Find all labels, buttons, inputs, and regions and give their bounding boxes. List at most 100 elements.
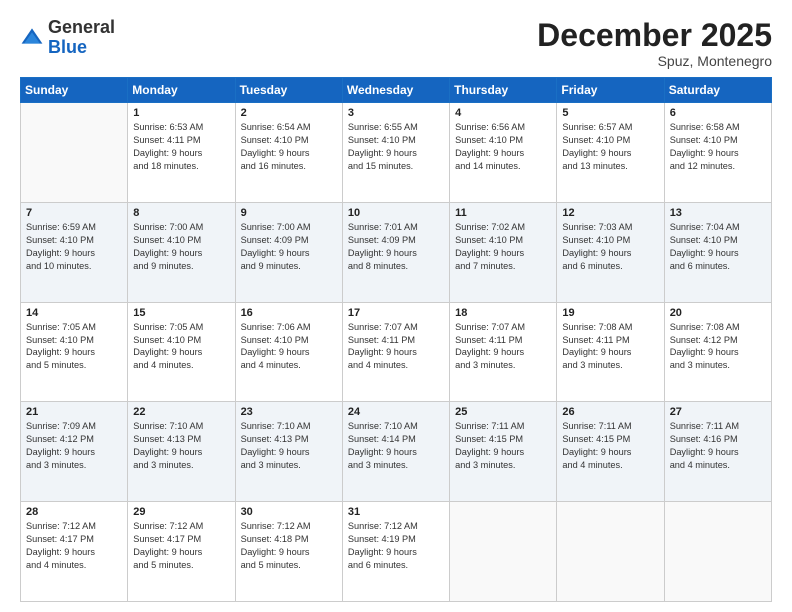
calendar-cell: 2Sunrise: 6:54 AMSunset: 4:10 PMDaylight… (235, 103, 342, 203)
day-number: 22 (133, 406, 229, 418)
logo: General Blue (20, 18, 115, 58)
day-number: 24 (348, 406, 444, 418)
subtitle: Spuz, Montenegro (537, 53, 772, 69)
calendar-cell: 16 Sunrise: 7:06 AMSunset: 4:10 PMDayligh… (235, 302, 342, 402)
day-info: Sunrise: 6:59 AMSunset: 4:10 PMDaylight:… (26, 221, 122, 273)
day-number: 31 (348, 506, 444, 518)
day-info: Sunrise: 7:08 AMSunset: 4:12 PMDaylight:… (670, 321, 766, 373)
day-info: Sunrise: 7:05 AMSunset: 4:10 PMDaylight:… (133, 321, 229, 373)
calendar-cell: 9 Sunrise: 7:00 AMSunset: 4:09 PMDaylight… (235, 202, 342, 302)
day-number: 6 (670, 107, 766, 119)
day-info: Sunrise: 6:58 AMSunset: 4:10 PMDaylight:… (670, 121, 766, 173)
col-header-friday: Friday (557, 78, 664, 103)
day-number: 2 (241, 107, 337, 119)
day-number: 18 (455, 307, 551, 319)
day-info: Sunrise: 6:55 AMSunset: 4:10 PMDaylight:… (348, 121, 444, 173)
page: General Blue December 2025 Spuz, Montene… (0, 0, 792, 612)
day-info: Sunrise: 7:12 AMSunset: 4:17 PMDaylight:… (26, 520, 122, 572)
calendar-cell: 1 Sunrise: 6:53 AMSunset: 4:11 PMDaylight… (128, 103, 235, 203)
day-info: Sunrise: 6:56 AMSunset: 4:10 PMDaylight:… (455, 121, 551, 173)
day-number: 25 (455, 406, 551, 418)
day-info: Sunrise: 7:10 AMSunset: 4:13 PMDaylight:… (241, 420, 337, 472)
day-number: 11 (455, 207, 551, 219)
header: General Blue December 2025 Spuz, Montene… (20, 18, 772, 69)
day-number: 12 (562, 207, 658, 219)
calendar-cell: 4 Sunrise: 6:56 AMSunset: 4:10 PMDaylight… (450, 103, 557, 203)
day-info: Sunrise: 7:09 AMSunset: 4:12 PMDaylight:… (26, 420, 122, 472)
calendar-cell: 7 Sunrise: 6:59 AMSunset: 4:10 PMDaylight… (21, 202, 128, 302)
calendar-cell (664, 502, 771, 602)
calendar-cell: 5Sunrise: 6:57 AMSunset: 4:10 PMDaylight… (557, 103, 664, 203)
day-number: 30 (241, 506, 337, 518)
day-number: 3 (348, 107, 444, 119)
calendar-cell (557, 502, 664, 602)
day-number: 1 (133, 107, 229, 119)
day-number: 20 (670, 307, 766, 319)
day-number: 23 (241, 406, 337, 418)
calendar-cell: 8Sunrise: 7:00 AMSunset: 4:10 PMDaylight… (128, 202, 235, 302)
day-info: Sunrise: 7:06 AMSunset: 4:10 PMDaylight:… (241, 321, 337, 373)
day-info: Sunrise: 7:04 AMSunset: 4:10 PMDaylight:… (670, 221, 766, 273)
day-info: Sunrise: 7:00 AMSunset: 4:09 PMDaylight:… (241, 221, 337, 273)
month-title: December 2025 (537, 18, 772, 53)
calendar-cell: 18Sunrise: 7:07 AMSunset: 4:11 PMDayligh… (450, 302, 557, 402)
calendar-cell: 30Sunrise: 7:12 AMSunset: 4:18 PMDayligh… (235, 502, 342, 602)
day-info: Sunrise: 7:01 AMSunset: 4:09 PMDaylight:… (348, 221, 444, 273)
calendar-table: SundayMondayTuesdayWednesdayThursdayFrid… (20, 77, 772, 602)
day-info: Sunrise: 7:12 AMSunset: 4:17 PMDaylight:… (133, 520, 229, 572)
calendar-cell: 22 Sunrise: 7:10 AMSunset: 4:13 PMDayligh… (128, 402, 235, 502)
day-number: 7 (26, 207, 122, 219)
day-number: 10 (348, 207, 444, 219)
calendar-cell: 24 Sunrise: 7:10 AMSunset: 4:14 PMDayligh… (342, 402, 449, 502)
day-number: 21 (26, 406, 122, 418)
day-number: 27 (670, 406, 766, 418)
calendar-week-row: 21 Sunrise: 7:09 AMSunset: 4:12 PMDayligh… (21, 402, 772, 502)
col-header-thursday: Thursday (450, 78, 557, 103)
calendar-cell: 25Sunrise: 7:11 AMSunset: 4:15 PMDayligh… (450, 402, 557, 502)
calendar-cell: 14 Sunrise: 7:05 AMSunset: 4:10 PMDayligh… (21, 302, 128, 402)
col-header-wednesday: Wednesday (342, 78, 449, 103)
day-info: Sunrise: 7:12 AMSunset: 4:19 PMDaylight:… (348, 520, 444, 572)
day-number: 15 (133, 307, 229, 319)
calendar-cell: 3 Sunrise: 6:55 AMSunset: 4:10 PMDaylight… (342, 103, 449, 203)
day-number: 16 (241, 307, 337, 319)
logo-icon (20, 26, 44, 50)
day-number: 19 (562, 307, 658, 319)
calendar-week-row: 28Sunrise: 7:12 AMSunset: 4:17 PMDayligh… (21, 502, 772, 602)
calendar-cell: 23 Sunrise: 7:10 AMSunset: 4:13 PMDayligh… (235, 402, 342, 502)
day-info: Sunrise: 7:08 AMSunset: 4:11 PMDaylight:… (562, 321, 658, 373)
calendar-cell: 21 Sunrise: 7:09 AMSunset: 4:12 PMDayligh… (21, 402, 128, 502)
day-info: Sunrise: 7:05 AMSunset: 4:10 PMDaylight:… (26, 321, 122, 373)
calendar-week-row: 7 Sunrise: 6:59 AMSunset: 4:10 PMDaylight… (21, 202, 772, 302)
col-header-sunday: Sunday (21, 78, 128, 103)
calendar-cell (21, 103, 128, 203)
day-number: 26 (562, 406, 658, 418)
day-info: Sunrise: 7:10 AMSunset: 4:14 PMDaylight:… (348, 420, 444, 472)
day-info: Sunrise: 7:03 AMSunset: 4:10 PMDaylight:… (562, 221, 658, 273)
day-number: 8 (133, 207, 229, 219)
calendar-cell: 20 Sunrise: 7:08 AMSunset: 4:12 PMDayligh… (664, 302, 771, 402)
calendar-cell: 29 Sunrise: 7:12 AMSunset: 4:17 PMDayligh… (128, 502, 235, 602)
col-header-monday: Monday (128, 78, 235, 103)
day-info: Sunrise: 7:02 AMSunset: 4:10 PMDaylight:… (455, 221, 551, 273)
day-info: Sunrise: 7:07 AMSunset: 4:11 PMDaylight:… (348, 321, 444, 373)
calendar-cell: 15 Sunrise: 7:05 AMSunset: 4:10 PMDayligh… (128, 302, 235, 402)
day-info: Sunrise: 7:10 AMSunset: 4:13 PMDaylight:… (133, 420, 229, 472)
day-info: Sunrise: 7:11 AMSunset: 4:15 PMDaylight:… (562, 420, 658, 472)
day-info: Sunrise: 7:11 AMSunset: 4:16 PMDaylight:… (670, 420, 766, 472)
calendar-cell: 11 Sunrise: 7:02 AMSunset: 4:10 PMDayligh… (450, 202, 557, 302)
col-header-saturday: Saturday (664, 78, 771, 103)
calendar-cell: 27 Sunrise: 7:11 AMSunset: 4:16 PMDayligh… (664, 402, 771, 502)
day-number: 14 (26, 307, 122, 319)
day-number: 9 (241, 207, 337, 219)
logo-blue: Blue (48, 37, 87, 57)
calendar-header-row: SundayMondayTuesdayWednesdayThursdayFrid… (21, 78, 772, 103)
logo-general: General (48, 17, 115, 37)
calendar-cell: 19 Sunrise: 7:08 AMSunset: 4:11 PMDayligh… (557, 302, 664, 402)
title-block: December 2025 Spuz, Montenegro (537, 18, 772, 69)
day-info: Sunrise: 6:53 AMSunset: 4:11 PMDaylight:… (133, 121, 229, 173)
day-number: 4 (455, 107, 551, 119)
day-number: 29 (133, 506, 229, 518)
calendar-cell: 13Sunrise: 7:04 AMSunset: 4:10 PMDayligh… (664, 202, 771, 302)
calendar-cell: 12 Sunrise: 7:03 AMSunset: 4:10 PMDayligh… (557, 202, 664, 302)
